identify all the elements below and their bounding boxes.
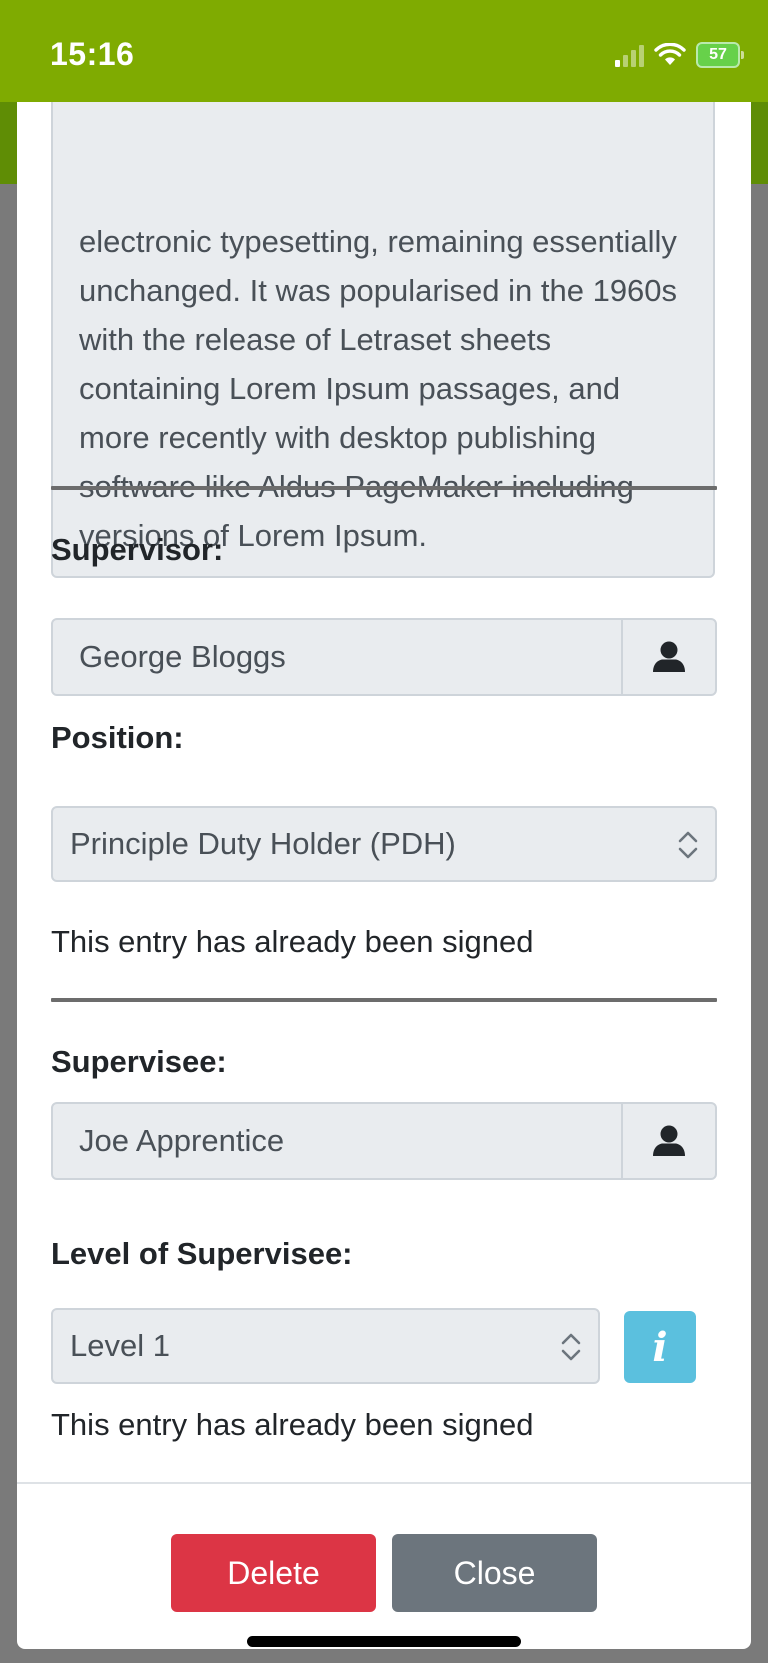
supervisee-field: Joe Apprentice: [51, 1102, 717, 1180]
close-button[interactable]: Close: [392, 1534, 597, 1612]
section-divider: [51, 486, 717, 490]
status-time: 15:16: [50, 36, 135, 72]
entry-modal: electronic typesetting, remaining essent…: [17, 96, 751, 1649]
status-bar: 15:16 57: [0, 0, 768, 102]
wifi-icon: [654, 43, 686, 65]
supervisor-field: George Bloggs: [51, 618, 717, 696]
user-icon: [653, 641, 685, 672]
battery-level: 57: [709, 46, 727, 63]
user-icon: [653, 1125, 685, 1156]
select-arrows-icon: [678, 831, 698, 859]
supervisee-level-selected: Level 1: [70, 1328, 170, 1363]
section-divider: [51, 998, 717, 1002]
select-arrows-icon: [561, 1333, 581, 1361]
supervisee-user-button[interactable]: [621, 1104, 715, 1178]
level-signed-note: This entry has already been signed: [51, 1407, 534, 1442]
status-icons: 57: [615, 40, 744, 70]
signal-icon: [615, 43, 644, 67]
info-icon: i: [652, 1323, 668, 1371]
description-field[interactable]: electronic typesetting, remaining essent…: [51, 96, 715, 578]
description-text: electronic typesetting, remaining essent…: [79, 224, 678, 553]
supervisor-label: Supervisor:: [51, 532, 224, 567]
supervisor-value: George Bloggs: [79, 639, 286, 674]
supervisee-value: Joe Apprentice: [79, 1123, 285, 1158]
delete-button[interactable]: Delete: [171, 1534, 376, 1612]
supervisee-level-label: Level of Supervisee:: [51, 1236, 353, 1271]
modal-footer-divider: [17, 1482, 751, 1484]
home-indicator: [247, 1636, 521, 1647]
battery-icon: 57: [696, 42, 744, 68]
position-signed-note: This entry has already been signed: [51, 924, 534, 959]
supervisee-label: Supervisee:: [51, 1044, 227, 1079]
position-label: Position:: [51, 720, 184, 755]
position-select[interactable]: Principle Duty Holder (PDH): [51, 806, 717, 882]
supervisor-user-button[interactable]: [621, 620, 715, 694]
info-button[interactable]: i: [624, 1311, 696, 1383]
position-selected: Principle Duty Holder (PDH): [70, 826, 456, 861]
supervisee-level-select[interactable]: Level 1: [51, 1308, 600, 1384]
